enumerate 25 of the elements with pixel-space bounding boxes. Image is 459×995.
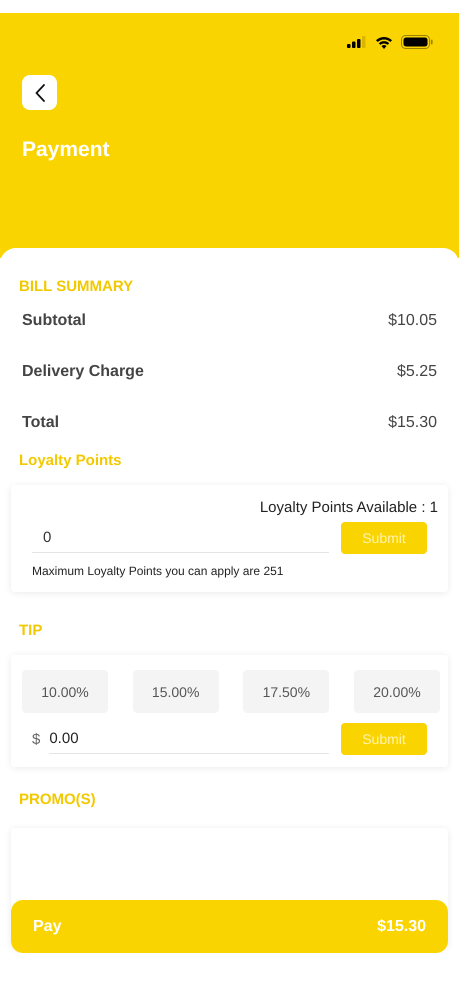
back-button[interactable]	[22, 75, 57, 110]
tip-option[interactable]: 17.50%	[243, 670, 330, 713]
tip-amount-field[interactable]: 0.00	[49, 724, 329, 754]
tip-option[interactable]: 20.00%	[354, 670, 440, 713]
section-heading: BILL SUMMARY	[19, 278, 134, 295]
section-heading: Loyalty Points	[19, 452, 123, 469]
points-available: Loyalty Points Available : 1	[258, 498, 439, 516]
page-title: Payment	[22, 138, 110, 162]
battery-icon	[401, 35, 433, 49]
bill-amount: $5.25	[396, 362, 437, 380]
bill-label: Delivery Charge	[22, 362, 144, 380]
tip-option[interactable]: 15.00%	[132, 670, 219, 713]
tip-option[interactable]: 10.00%	[22, 670, 108, 713]
bill-amount: $15.30	[388, 414, 437, 432]
bill-label: Subtotal	[22, 312, 86, 330]
bill-amount: $10.05	[388, 312, 437, 330]
currency-symbol: $	[32, 730, 40, 748]
section-heading: PROMO(S)	[19, 791, 97, 808]
points-note: Maximum Loyalty Points you can apply are 251	[31, 563, 284, 580]
points-input-field[interactable]: 0	[32, 523, 329, 553]
bill-label: Total	[22, 414, 60, 432]
signal-icon	[347, 36, 367, 48]
section-heading: TIP	[19, 622, 44, 639]
wifi-icon	[375, 36, 393, 48]
chevron-left-icon	[34, 84, 44, 102]
